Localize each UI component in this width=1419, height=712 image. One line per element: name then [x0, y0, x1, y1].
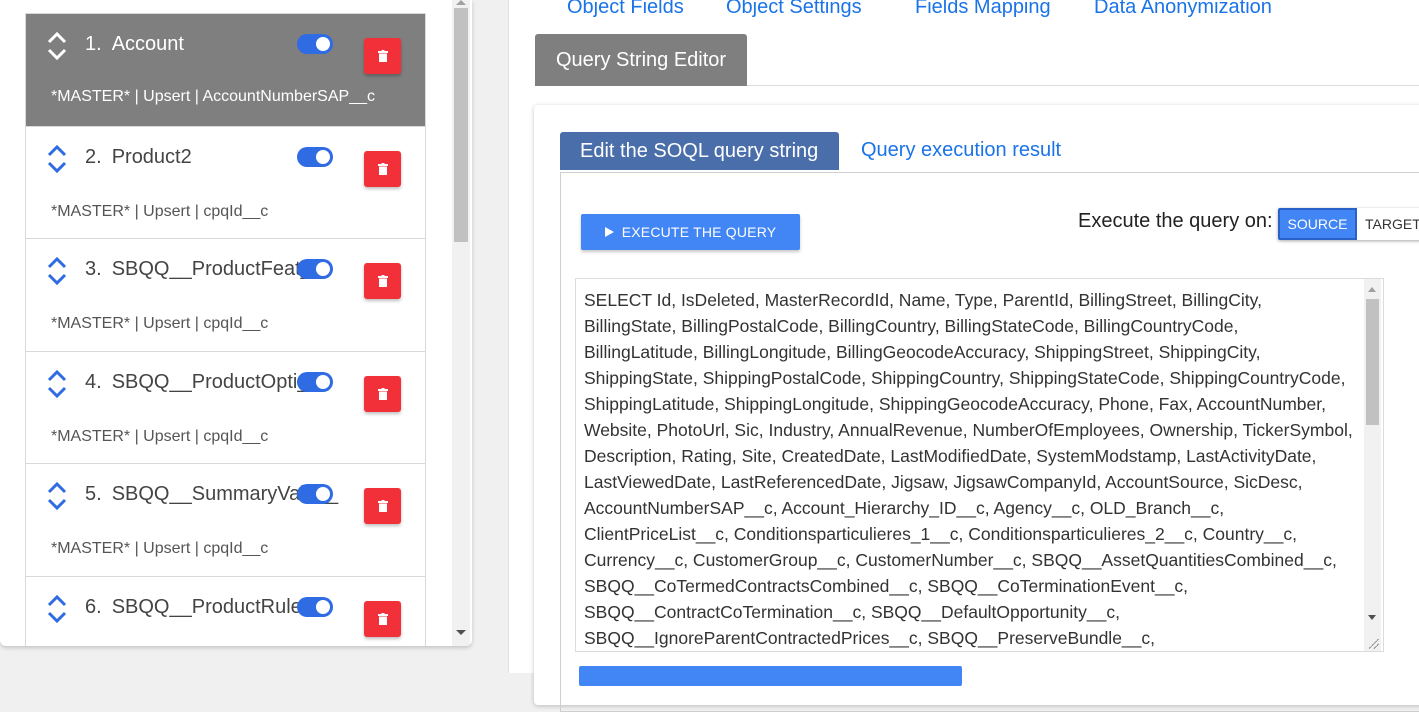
object-subtitle: *MASTER* | Upsert | AccountNumberSAP__c [51, 88, 375, 105]
object-list-item[interactable]: 1. Account *MASTER* | Upsert | AccountNumb… [26, 14, 425, 127]
scroll-down-arrow[interactable] [1368, 615, 1376, 620]
object-title: 6.SBQQ__ProductRulec [85, 596, 312, 619]
object-number: 4. [85, 370, 102, 393]
trash-icon [377, 612, 388, 625]
trash-icon [377, 500, 388, 512]
trash-icon [377, 162, 388, 175]
scrollbar-thumb[interactable] [454, 8, 468, 242]
chevron-up-down-icon[interactable] [46, 593, 68, 625]
object-enabled-toggle[interactable] [297, 34, 333, 54]
object-number: 3. [85, 258, 102, 280]
scroll-up-arrow[interactable] [456, 0, 466, 5]
object-title: 1. Account [85, 33, 184, 56]
tab-edit-query[interactable]: Edit the SOQL query string [560, 132, 839, 170]
object-name: SBQQ__SummaryVa [111, 483, 301, 505]
object-editor-panel: Object Fields Object Settings Fields Map… [509, 0, 1419, 712]
object-list-item[interactable]: 4.SBQQ__ProductOpti_c*MASTER* | Upsert |… [26, 351, 425, 464]
delete-object-button[interactable] [364, 488, 401, 524]
scroll-up-arrow[interactable] [1368, 287, 1376, 292]
chevron-up-down-icon[interactable] [46, 480, 68, 512]
resize-grip-icon[interactable] [1369, 639, 1379, 649]
execute-query-button[interactable]: EXECUTE THE QUERY [581, 214, 800, 250]
object-enabled-toggle[interactable] [297, 259, 333, 279]
object-number: 6. [85, 595, 102, 618]
tab-fields-mapping[interactable]: Fields Mapping [915, 0, 1051, 19]
delete-object-button[interactable] [364, 38, 401, 74]
object-subtitle: *MASTER* | Upsert | cpqId__c [51, 540, 269, 557]
objects-panel: 1. Account *MASTER* | Upsert | AccountNumb… [0, 0, 472, 646]
object-title: 2. Product2 [85, 146, 192, 169]
object-name: Account [111, 33, 184, 55]
objects-scrollbar[interactable] [452, 0, 470, 646]
object-title: 4.SBQQ__ProductOpti_c [85, 371, 318, 394]
delete-object-button[interactable] [364, 263, 401, 299]
object-number: 2. [85, 145, 102, 168]
object-title: 3.SBQQ__ProductFeat__c [85, 258, 333, 281]
object-subtitle: *MASTER* | Upsert | cpqId__c [51, 315, 269, 332]
object-name: SBQQ__ProductFeat [111, 258, 301, 280]
trash-icon [377, 275, 388, 287]
chevron-up-down-icon[interactable] [46, 255, 68, 287]
object-list-item[interactable]: 5.SBQQ__SummaryVale__*MASTER* | Upsert |… [26, 464, 425, 577]
trash-icon [377, 387, 388, 400]
tab-data-anonymization[interactable]: Data Anonymization [1094, 0, 1272, 19]
scrollbar-thumb[interactable] [1366, 299, 1379, 425]
tab-query-string-editor[interactable]: Query String Editor [535, 34, 747, 86]
object-enabled-toggle[interactable] [297, 371, 333, 392]
source-button[interactable]: SOURCE [1278, 208, 1357, 240]
tab-object-settings[interactable]: Object Settings [726, 0, 862, 19]
object-name: Product2 [111, 145, 192, 168]
object-name: SBQQ__ProductRule [111, 595, 302, 618]
query-textarea[interactable]: SELECT Id, IsDeleted, MasterRecordId, Na… [575, 278, 1384, 652]
play-icon [604, 227, 614, 237]
tab-object-fields[interactable]: Object Fields [567, 0, 684, 19]
source-target-toggle: SOURCE TARGET [1278, 208, 1419, 240]
query-text[interactable]: SELECT Id, IsDeleted, MasterRecordId, Na… [584, 287, 1359, 649]
object-list-item[interactable]: 3.SBQQ__ProductFeat__c*MASTER* | Upsert … [26, 239, 425, 352]
apply-query-button[interactable] [579, 666, 962, 686]
delete-object-button[interactable] [364, 150, 401, 187]
target-button[interactable]: TARGET [1357, 208, 1419, 240]
object-enabled-toggle[interactable] [297, 146, 333, 167]
object-subtitle: *MASTER* | Upsert | cpqId__c [51, 202, 269, 220]
chevron-up-down-icon[interactable] [46, 368, 68, 400]
tab-underline [747, 85, 1419, 86]
object-list-item[interactable]: 6.SBQQ__ProductRulec [26, 576, 425, 646]
tab-query-result[interactable]: Query execution result [861, 139, 1061, 162]
object-enabled-toggle[interactable] [297, 596, 333, 617]
execute-on-label: Execute the query on: [1078, 210, 1273, 232]
trash-icon [377, 50, 388, 62]
object-name: SBQQ__ProductOpti [111, 370, 298, 393]
chevron-up-down-icon[interactable] [46, 30, 68, 62]
object-subtitle: *MASTER* | Upsert | cpqId__c [51, 427, 269, 445]
object-number: 5. [85, 483, 102, 505]
query-editor-card: Edit the SOQL query string Query executi… [534, 105, 1419, 712]
object-number: 1. [85, 33, 102, 55]
object-list-item[interactable]: 2. Product2 *MASTER* | Upsert | cpqId__c [26, 126, 425, 239]
delete-object-button[interactable] [364, 375, 401, 412]
scroll-down-arrow[interactable] [456, 630, 466, 635]
query-scrollbar[interactable] [1364, 279, 1381, 651]
object-tabs: Object Fields Object Settings Fields Map… [509, 0, 1419, 86]
object-list: 1. Account *MASTER* | Upsert | AccountNumb… [25, 13, 426, 646]
execute-query-label: EXECUTE THE QUERY [621, 224, 777, 240]
delete-object-button[interactable] [364, 600, 401, 637]
object-enabled-toggle[interactable] [297, 484, 333, 504]
chevron-up-down-icon[interactable] [46, 143, 68, 175]
